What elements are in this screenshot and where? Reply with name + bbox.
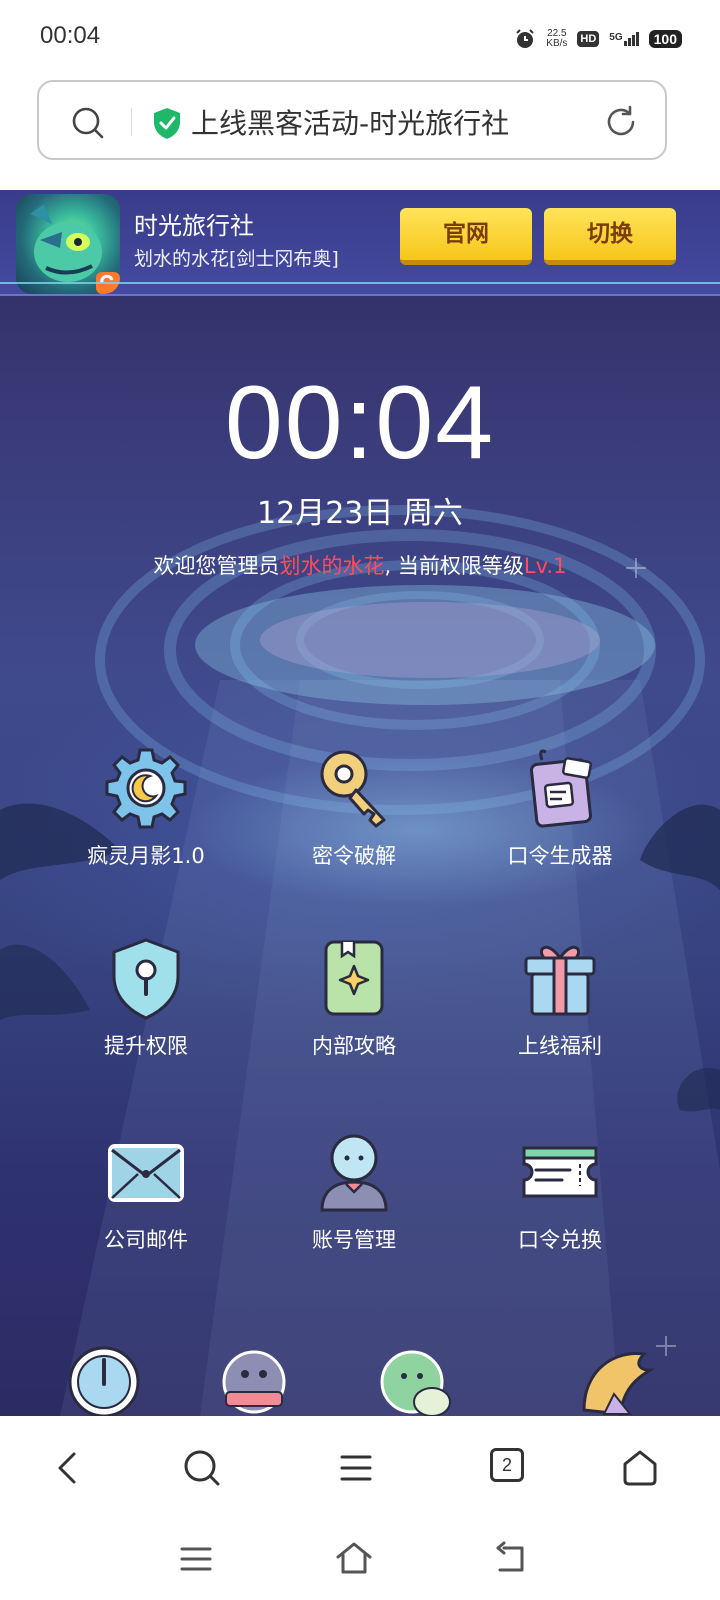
- grid-item-partial-dragon[interactable]: [516, 1340, 716, 1416]
- envelope-icon: [108, 1144, 184, 1202]
- recent-apps-icon[interactable]: [178, 1542, 214, 1576]
- grid-item-elevate-permission[interactable]: 提升权限: [46, 936, 246, 1060]
- admin-name: 划水的水花: [279, 554, 385, 578]
- ticket-icon: [522, 1146, 598, 1198]
- grid-item-password-crack[interactable]: 密令破解: [254, 746, 454, 870]
- grid-item-label: 提升权限: [104, 1034, 188, 1058]
- address-area: 上线黑客活动-时光旅行社: [0, 76, 720, 192]
- system-back-icon[interactable]: [492, 1540, 528, 1576]
- status-icons: 22.5 KB/s HD 5G 100: [514, 24, 682, 54]
- page-title: 上线黑客活动-时光旅行社: [191, 107, 510, 140]
- signal-5g-icon: 5G: [609, 32, 639, 46]
- header-divider: [0, 282, 720, 284]
- grid-item-internal-guide[interactable]: 内部攻略: [254, 936, 454, 1060]
- tabs-button[interactable]: 2: [490, 1448, 524, 1482]
- home-icon[interactable]: [620, 1448, 660, 1488]
- clock-refresh-icon: [68, 1346, 140, 1416]
- welcome-message: 欢迎您管理员划水的水花, 当前权限等级Lv.1: [0, 550, 720, 580]
- switch-button[interactable]: 切换: [544, 208, 676, 265]
- status-bar: 00:04 22.5 KB/s HD 5G 100: [0, 0, 720, 76]
- grid-item-label: 口令兑换: [518, 1228, 602, 1252]
- network-speed: 22.5 KB/s: [546, 28, 568, 49]
- grid-item-label: 疯灵月影1.0: [87, 844, 205, 868]
- address-divider: [131, 108, 132, 136]
- grid-item-account-management[interactable]: 账号管理: [254, 1130, 454, 1254]
- back-icon[interactable]: [50, 1448, 86, 1488]
- shield-lock-icon: [112, 938, 180, 1020]
- grid-item-code-generator[interactable]: 口令生成器: [460, 746, 660, 870]
- robot-icon: [222, 1350, 286, 1414]
- status-time: 00:04: [40, 22, 101, 49]
- guide-book-icon: [324, 940, 384, 1016]
- welcome-prefix: 欢迎您管理员: [153, 554, 280, 578]
- grid-item-online-benefits[interactable]: 上线福利: [460, 936, 660, 1060]
- grid-item-label: 密令破解: [312, 844, 396, 868]
- welcome-middle: , 当前权限等级: [384, 554, 524, 578]
- grid-item-crazy-moon[interactable]: 疯灵月影1.0: [46, 746, 246, 870]
- search-icon[interactable]: [182, 1448, 222, 1488]
- secure-shield-icon: [154, 108, 180, 139]
- chat-icon: [380, 1350, 451, 1416]
- menu-icon[interactable]: [336, 1448, 376, 1488]
- hd-badge: HD: [577, 31, 600, 47]
- official-site-button[interactable]: 官网: [400, 208, 532, 265]
- grid-item-label: 账号管理: [312, 1228, 396, 1252]
- grid-item-company-mail[interactable]: 公司邮件: [46, 1130, 246, 1254]
- big-clock: 00:04: [224, 365, 496, 481]
- grid-item-label: 内部攻略: [312, 1034, 396, 1058]
- address-bar[interactable]: 上线黑客活动-时光旅行社: [37, 80, 667, 160]
- refresh-icon[interactable]: [603, 104, 639, 140]
- gift-icon: [524, 945, 596, 1016]
- grid-item-code-redeem[interactable]: 口令兑换: [460, 1130, 660, 1254]
- game-character-icon: [30, 204, 120, 294]
- browser-toolbar: 2: [0, 1416, 720, 1526]
- grid-item-label: 上线福利: [518, 1034, 602, 1058]
- gear-moon-icon: [105, 748, 187, 829]
- battery-indicator: 100: [648, 30, 682, 48]
- game-avatar[interactable]: [16, 194, 120, 294]
- system-home-icon[interactable]: [334, 1540, 374, 1576]
- alarm-icon: [516, 29, 534, 48]
- search-icon[interactable]: [71, 106, 105, 140]
- grid-item-label: 口令生成器: [507, 844, 613, 868]
- system-navigation-bar: [0, 1526, 720, 1600]
- dragon-icon: [582, 1352, 656, 1416]
- game-header: 时光旅行社 划水的水花[剑士冈布奥] 官网 切换: [0, 190, 720, 296]
- game-title: 时光旅行社: [134, 212, 254, 240]
- permission-level: Lv.1: [523, 554, 567, 578]
- game-subtitle: 划水的水花[剑士冈布奥]: [134, 248, 339, 270]
- date-text: 12月23日 周六: [257, 496, 463, 531]
- user-icon: [320, 1134, 388, 1212]
- tag-icon: [530, 749, 592, 828]
- grid-item-label: 公司邮件: [104, 1228, 188, 1252]
- web-content[interactable]: 时光旅行社 划水的水花[剑士冈布奥] 官网 切换 00:04 12月23日 周六…: [0, 190, 720, 1416]
- grid-item-partial-chat[interactable]: [318, 1340, 518, 1416]
- key-icon: [320, 750, 386, 828]
